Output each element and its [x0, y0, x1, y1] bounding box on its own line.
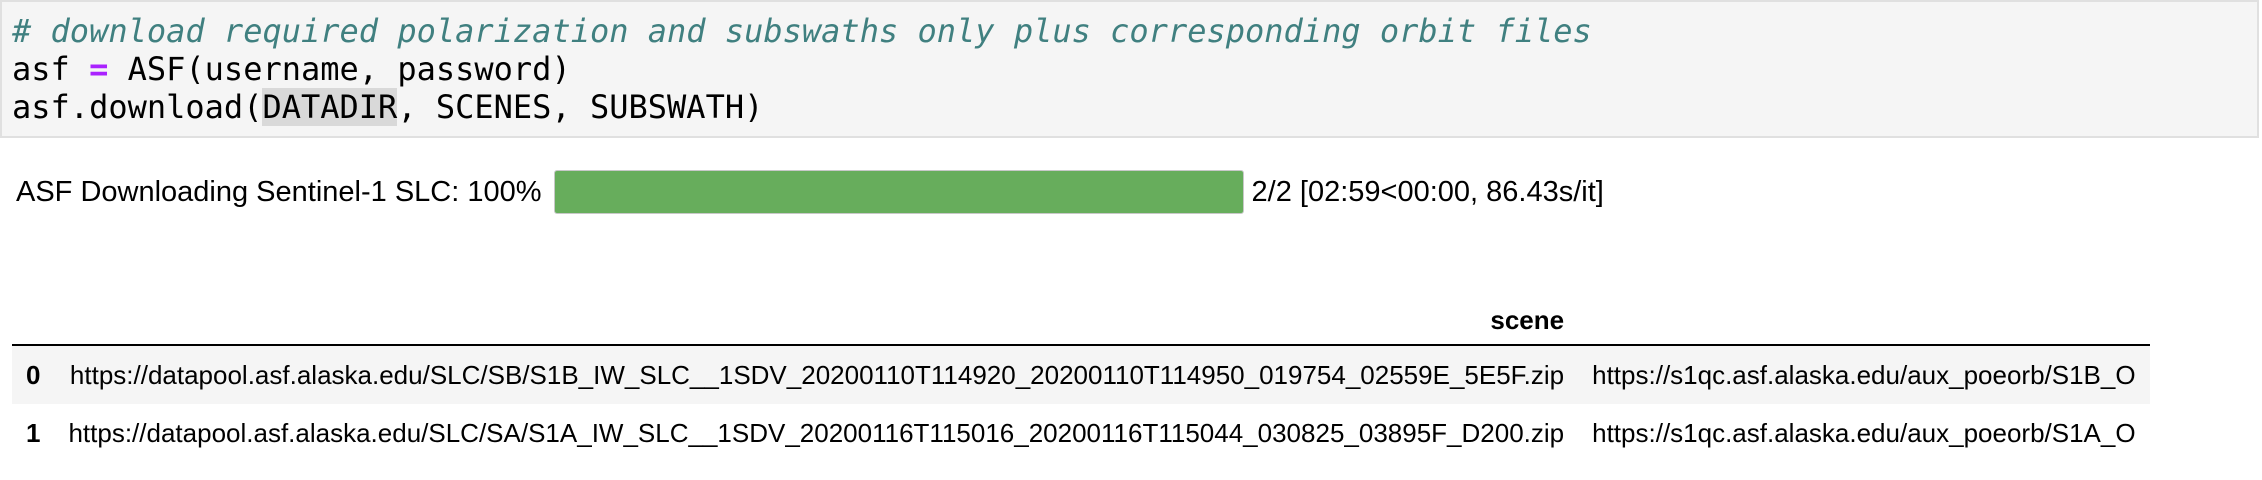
progress-bar-fill	[554, 171, 1243, 213]
code-operator: =	[89, 50, 109, 88]
progress-label: ASF Downloading Sentinel-1 SLC: 100%	[16, 175, 542, 208]
orbit-column-header	[1578, 290, 2150, 346]
progress-status: 2/2 [02:59<00:00, 86.43s/it]	[1251, 175, 1604, 208]
orbit-url-cell: https://s1qc.asf.alaska.edu/aux_poeorb/S…	[1592, 359, 2136, 390]
table-row: 1 https://datapool.asf.alaska.edu/SLC/SA…	[12, 404, 2150, 462]
scene-url-cell: https://datapool.asf.alaska.edu/SLC/SA/S…	[68, 417, 1565, 448]
code-cell[interactable]: # download required polarization and sub…	[0, 0, 2259, 138]
scene-column-header: scene	[54, 290, 1579, 346]
code-download-suffix: , SCENES, SUBSWATH)	[397, 88, 764, 126]
code-editor[interactable]: # download required polarization and sub…	[2, 2, 2257, 126]
dataframe-output: scene 0 https://datapool.asf.alaska.edu/…	[12, 290, 2262, 480]
progress-bar	[553, 170, 1244, 214]
code-download-prefix: asf.download(	[12, 88, 263, 126]
code-comment: # download required polarization and sub…	[12, 12, 1592, 50]
code-asf-call: ASF(username, password)	[127, 50, 571, 88]
row-index: 1	[26, 417, 41, 448]
code-var-asf: asf	[12, 50, 70, 88]
orbit-url-cell: https://s1qc.asf.alaska.edu/aux_poeorb/S…	[1592, 417, 2136, 448]
scene-url-cell: https://datapool.asf.alaska.edu/SLC/SB/S…	[69, 359, 1565, 390]
table-header-row: scene	[12, 290, 2150, 346]
row-index: 0	[26, 359, 41, 390]
code-highlighted-datadir: DATADIR	[262, 88, 398, 126]
dataframe-table: scene 0 https://datapool.asf.alaska.edu/…	[12, 290, 2150, 462]
table-row: 0 https://datapool.asf.alaska.edu/SLC/SB…	[12, 345, 2150, 404]
index-column-header	[12, 290, 55, 346]
progress-output: ASF Downloading Sentinel-1 SLC: 100% 2/2…	[16, 168, 1604, 216]
